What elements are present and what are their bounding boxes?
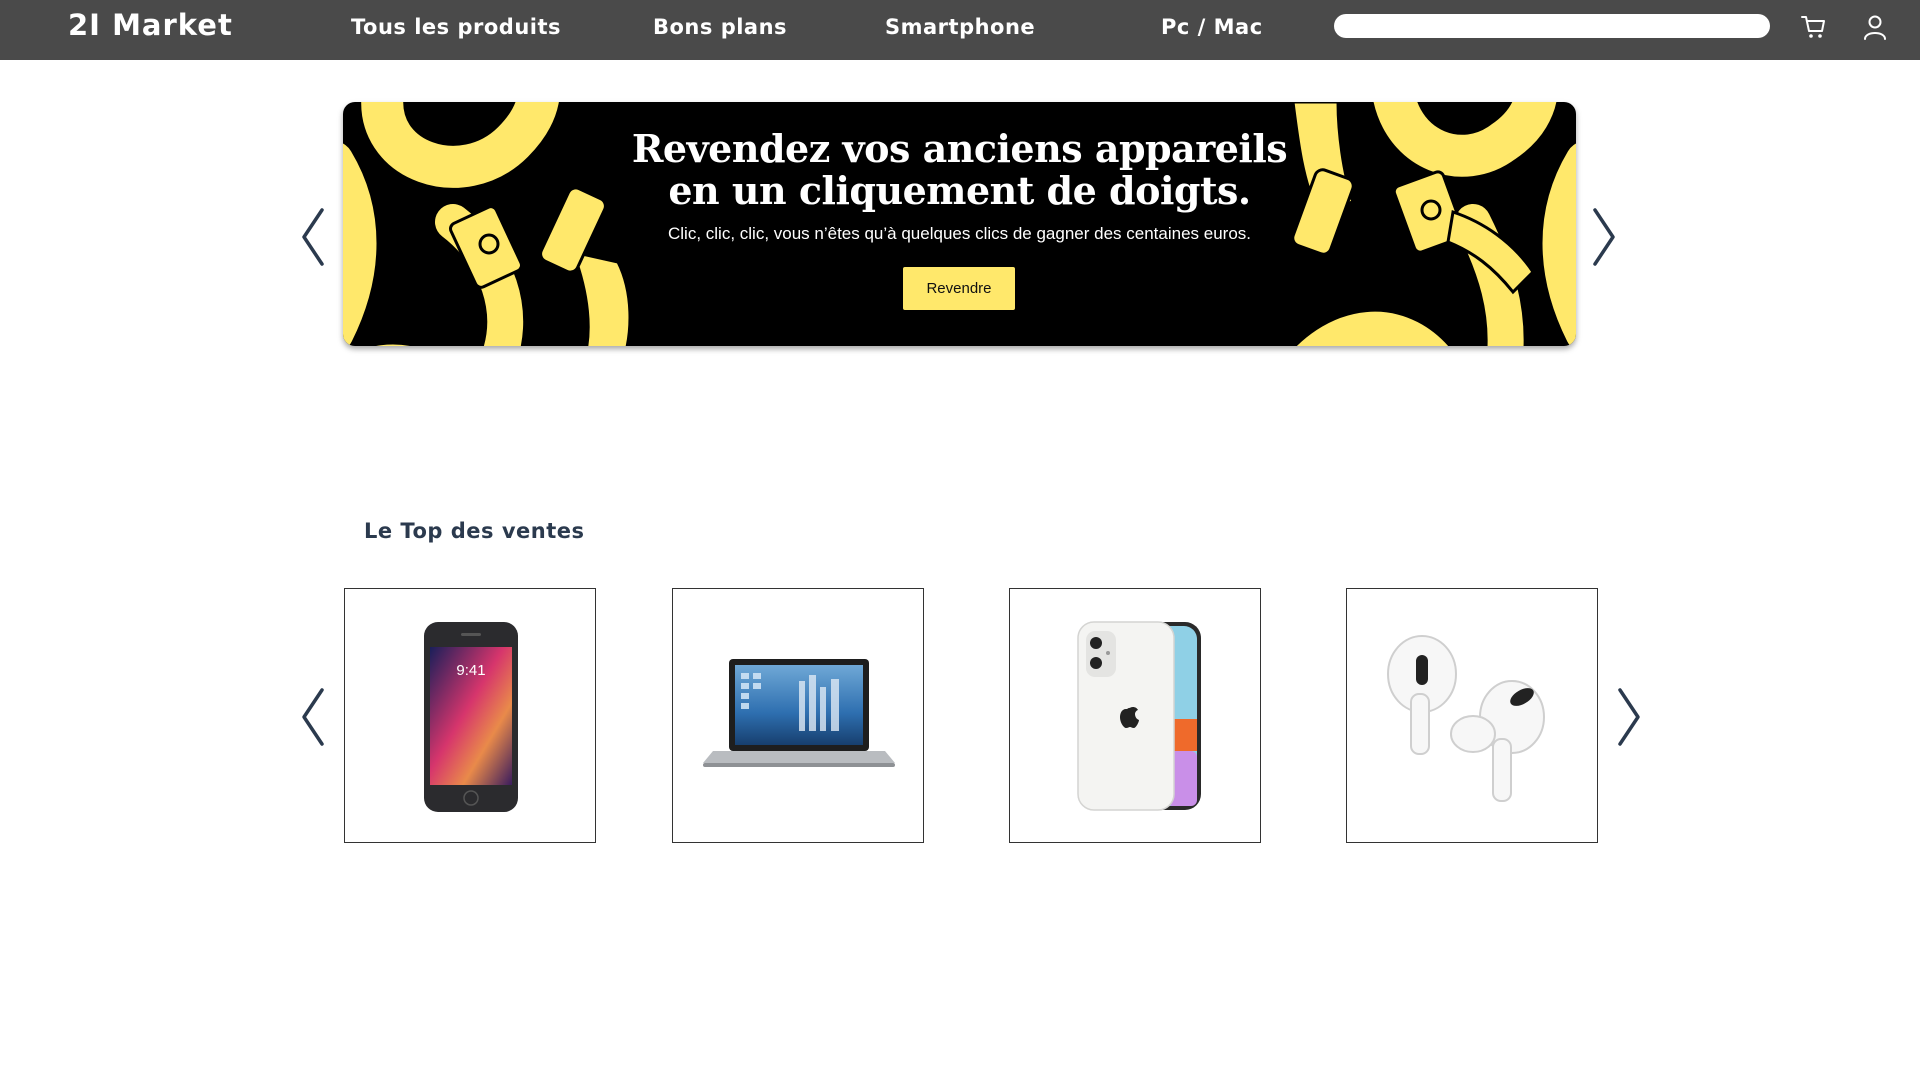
search-input[interactable] [1334, 14, 1770, 38]
nav-link-deals[interactable]: Bons plans [653, 15, 787, 39]
top-sales-title: Le Top des ventes [364, 519, 585, 543]
cart-icon[interactable] [1800, 13, 1828, 41]
banner-title: Revendez vos anciens appareils en un cli… [343, 128, 1576, 212]
products-prev-arrow[interactable] [296, 686, 330, 748]
iphone-8-image: 9:41 [424, 622, 518, 812]
banner-title-line-2: en un cliquement de doigts. [668, 168, 1251, 213]
chevron-left-icon [302, 208, 324, 266]
resale-banner: Revendez vos anciens appareils en un cli… [343, 102, 1576, 346]
banner-title-line-1: Revendez vos anciens appareils [631, 126, 1288, 171]
nav-link-smartphone[interactable]: Smartphone [885, 15, 1035, 39]
resell-button[interactable]: Revendre [903, 267, 1015, 310]
phone-screen-clock: 9:41 [456, 662, 485, 679]
nav-link-all-products[interactable]: Tous les produits [351, 15, 561, 39]
banner-subtitle: Clic, clic, clic, vous n’êtes qu’à quelq… [667, 224, 1252, 243]
chevron-left-icon [302, 688, 324, 746]
nav-link-pc-mac[interactable]: Pc / Mac [1161, 15, 1263, 39]
banner-next-arrow[interactable] [1587, 206, 1621, 268]
product-card-iphone-8[interactable]: 9:41 [344, 588, 596, 843]
product-card-airpods-pro[interactable] [1346, 588, 1598, 843]
user-icon[interactable] [1861, 13, 1889, 41]
products-next-arrow[interactable] [1612, 686, 1646, 748]
banner-prev-arrow[interactable] [296, 206, 330, 268]
top-navbar: 2I Market Tous les produits Bons plans S… [0, 0, 1920, 60]
iphone-11-white-image [1077, 621, 1201, 811]
product-card-laptop[interactable] [672, 588, 924, 843]
laptop-image [703, 659, 895, 767]
chevron-right-icon [1593, 208, 1615, 266]
chevron-right-icon [1618, 688, 1640, 746]
brand-logo[interactable]: 2I Market [68, 8, 233, 42]
airpods-pro-image [1387, 635, 1545, 802]
product-card-iphone-11[interactable] [1009, 588, 1261, 843]
